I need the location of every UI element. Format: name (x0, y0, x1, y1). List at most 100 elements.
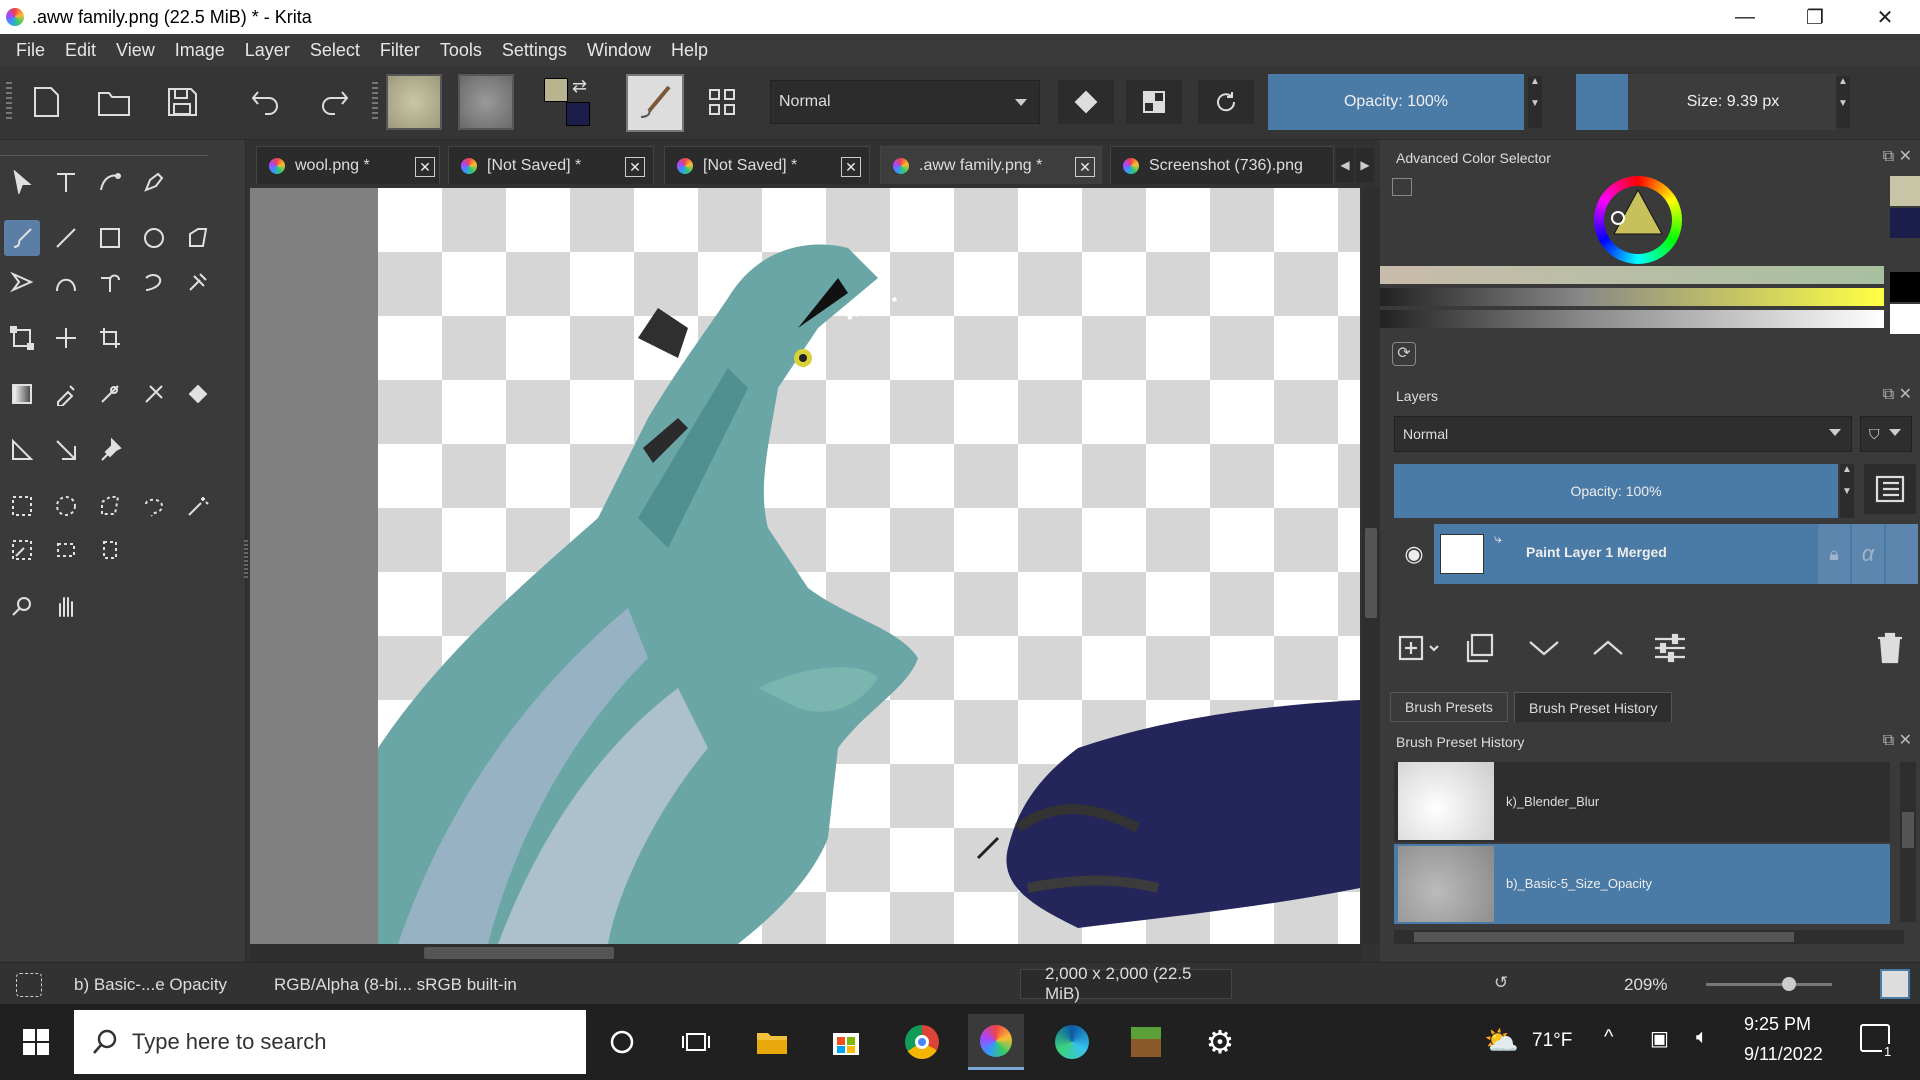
scroll-thumb[interactable] (1902, 812, 1914, 848)
vertical-scroll-thumb[interactable] (1365, 528, 1377, 618)
clock-time[interactable]: 9:25 PM (1744, 1014, 1811, 1035)
menu-window[interactable]: Window (577, 40, 661, 61)
contiguous-selection-tool[interactable] (180, 488, 216, 524)
pattern-preset-button[interactable] (458, 74, 514, 130)
ellipse-tool[interactable] (136, 220, 172, 256)
maximize-button[interactable]: ❐ (1780, 0, 1850, 34)
freehand-selection-tool[interactable] (136, 488, 172, 524)
scroll-thumb[interactable] (1414, 932, 1794, 942)
cortana-button[interactable] (594, 1014, 650, 1070)
volume-icon[interactable]: 🔈︎ (1696, 1026, 1708, 1049)
tab-aww-family[interactable]: .aww family.png * ✕ (880, 146, 1102, 184)
toolbox-splitter[interactable] (244, 540, 248, 580)
opacity-spinner[interactable]: ▲ ▼ (1528, 76, 1542, 128)
line-tool[interactable] (48, 220, 84, 256)
alpha-lock-icon[interactable]: α (1852, 524, 1884, 584)
docker-float-close-icon[interactable]: ⧉ ✕ (1883, 146, 1912, 166)
zoom-slider[interactable] (1706, 977, 1832, 991)
menu-view[interactable]: View (106, 40, 165, 61)
task-view-button[interactable] (668, 1014, 724, 1070)
horizontal-scrollbar[interactable] (250, 944, 1362, 962)
layer-opacity-slider[interactable]: Opacity: 100% (1394, 464, 1838, 518)
edge-button[interactable] (1044, 1014, 1100, 1070)
inherit-alpha-icon[interactable] (1886, 524, 1918, 584)
menu-settings[interactable]: Settings (492, 40, 577, 61)
fill-colorize-tool[interactable] (136, 376, 172, 412)
duplicate-layer-button[interactable] (1456, 628, 1504, 668)
color-slider-value[interactable] (1380, 310, 1884, 328)
polyline-tool[interactable] (4, 264, 40, 300)
weather-icon[interactable]: ⛅ (1484, 1024, 1519, 1057)
minecraft-button[interactable] (1118, 1014, 1174, 1070)
network-icon[interactable]: ▣ (1650, 1026, 1669, 1051)
temperature[interactable]: 71°F (1532, 1030, 1572, 1052)
layer-row[interactable]: ◉ ⤷ Paint Layer 1 Merged 🔒︎ α (1394, 524, 1918, 584)
brush-preset-button[interactable] (626, 74, 684, 132)
brush-history-item[interactable]: k)_Blender_Blur (1394, 762, 1890, 842)
multibrush-tool[interactable] (180, 264, 216, 300)
assistant-tool[interactable] (4, 432, 40, 468)
bezier-selection-tool[interactable] (48, 532, 84, 568)
rotate-canvas-icon[interactable]: ↺ (1494, 973, 1508, 993)
color-triangle[interactable] (1594, 176, 1682, 264)
tab-not-saved-1[interactable]: [Not Saved] * ✕ (448, 146, 654, 184)
redo-button[interactable] (312, 80, 356, 124)
eye-visibility-icon[interactable]: ◉ (1394, 524, 1434, 584)
tab-scroll-right[interactable]: ▶ (1356, 148, 1374, 182)
move-tool[interactable] (48, 320, 84, 356)
taskbar-search-box[interactable]: Type here to search (74, 1010, 586, 1074)
similar-color-selection-tool[interactable] (4, 532, 40, 568)
tab-screenshot[interactable]: Screenshot (736).png (1110, 146, 1334, 184)
elliptical-selection-tool[interactable] (48, 488, 84, 524)
menu-image[interactable]: Image (165, 40, 235, 61)
tab-brush-presets[interactable]: Brush Presets (1390, 692, 1508, 722)
dynamic-brush-tool[interactable] (136, 264, 172, 300)
polygonal-selection-tool[interactable] (92, 488, 128, 524)
brush-history-scrollbar[interactable] (1900, 762, 1916, 922)
add-layer-button[interactable] (1394, 628, 1446, 668)
brush-history-hscroll[interactable] (1394, 930, 1904, 944)
swap-colors-icon[interactable]: ⇄ (572, 76, 587, 97)
menu-help[interactable]: Help (661, 40, 718, 61)
color-selector-menu-icon[interactable] (1392, 178, 1412, 196)
size-slider-fill[interactable] (1576, 74, 1628, 130)
color-picker-tool[interactable] (48, 376, 84, 412)
measure-tool[interactable] (48, 432, 84, 468)
brush-opacity-slider[interactable]: Opacity: 100% (1268, 74, 1524, 130)
hue-ring[interactable] (1594, 176, 1682, 264)
bezier-curve-tool[interactable] (48, 264, 84, 300)
background-color-swatch[interactable] (566, 102, 590, 126)
menu-layer[interactable]: Layer (235, 40, 300, 61)
select-shapes-tool[interactable] (4, 164, 40, 200)
layer-opacity-spinner[interactable]: ▲ ▼ (1840, 464, 1854, 518)
layer-filter-button[interactable]: ⛉ (1860, 416, 1912, 452)
blend-mode-select[interactable]: Normal (770, 80, 1040, 124)
foreground-color-swatch[interactable] (544, 78, 568, 102)
layer-blend-mode-select[interactable]: Normal (1394, 416, 1852, 452)
open-document-button[interactable] (92, 80, 136, 124)
smart-patch-tool[interactable] (92, 376, 128, 412)
calligraphy-tool[interactable] (136, 164, 172, 200)
file-explorer-button[interactable] (744, 1014, 800, 1070)
freehand-path-tool[interactable] (92, 264, 128, 300)
text-tool[interactable] (48, 164, 84, 200)
clock-date[interactable]: 9/11/2022 (1744, 1044, 1823, 1065)
layer-properties-button[interactable] (1864, 464, 1916, 514)
color-slider-saturation[interactable] (1380, 288, 1884, 306)
color-slider-hue[interactable] (1380, 266, 1884, 284)
eraser-mode-button[interactable] (1058, 80, 1114, 124)
toolbar-grip[interactable] (372, 82, 378, 122)
chrome-button[interactable] (894, 1014, 950, 1070)
pan-tool[interactable] (48, 588, 84, 624)
microsoft-store-button[interactable] (818, 1014, 874, 1070)
canvas-only-toggle-icon[interactable] (1880, 969, 1910, 999)
tab-wool[interactable]: wool.png * ✕ (256, 146, 440, 184)
menu-filter[interactable]: Filter (370, 40, 430, 61)
layer-properties-sliders-button[interactable] (1646, 628, 1694, 668)
close-tab-icon[interactable]: ✕ (1075, 157, 1095, 177)
docker-float-close-icon[interactable]: ⧉ ✕ (1883, 384, 1912, 404)
tab-not-saved-2[interactable]: [Not Saved] * ✕ (664, 146, 870, 184)
edit-shapes-tool[interactable] (92, 164, 128, 200)
delete-layer-button[interactable] (1866, 628, 1914, 668)
freehand-brush-tool[interactable] (4, 220, 40, 256)
